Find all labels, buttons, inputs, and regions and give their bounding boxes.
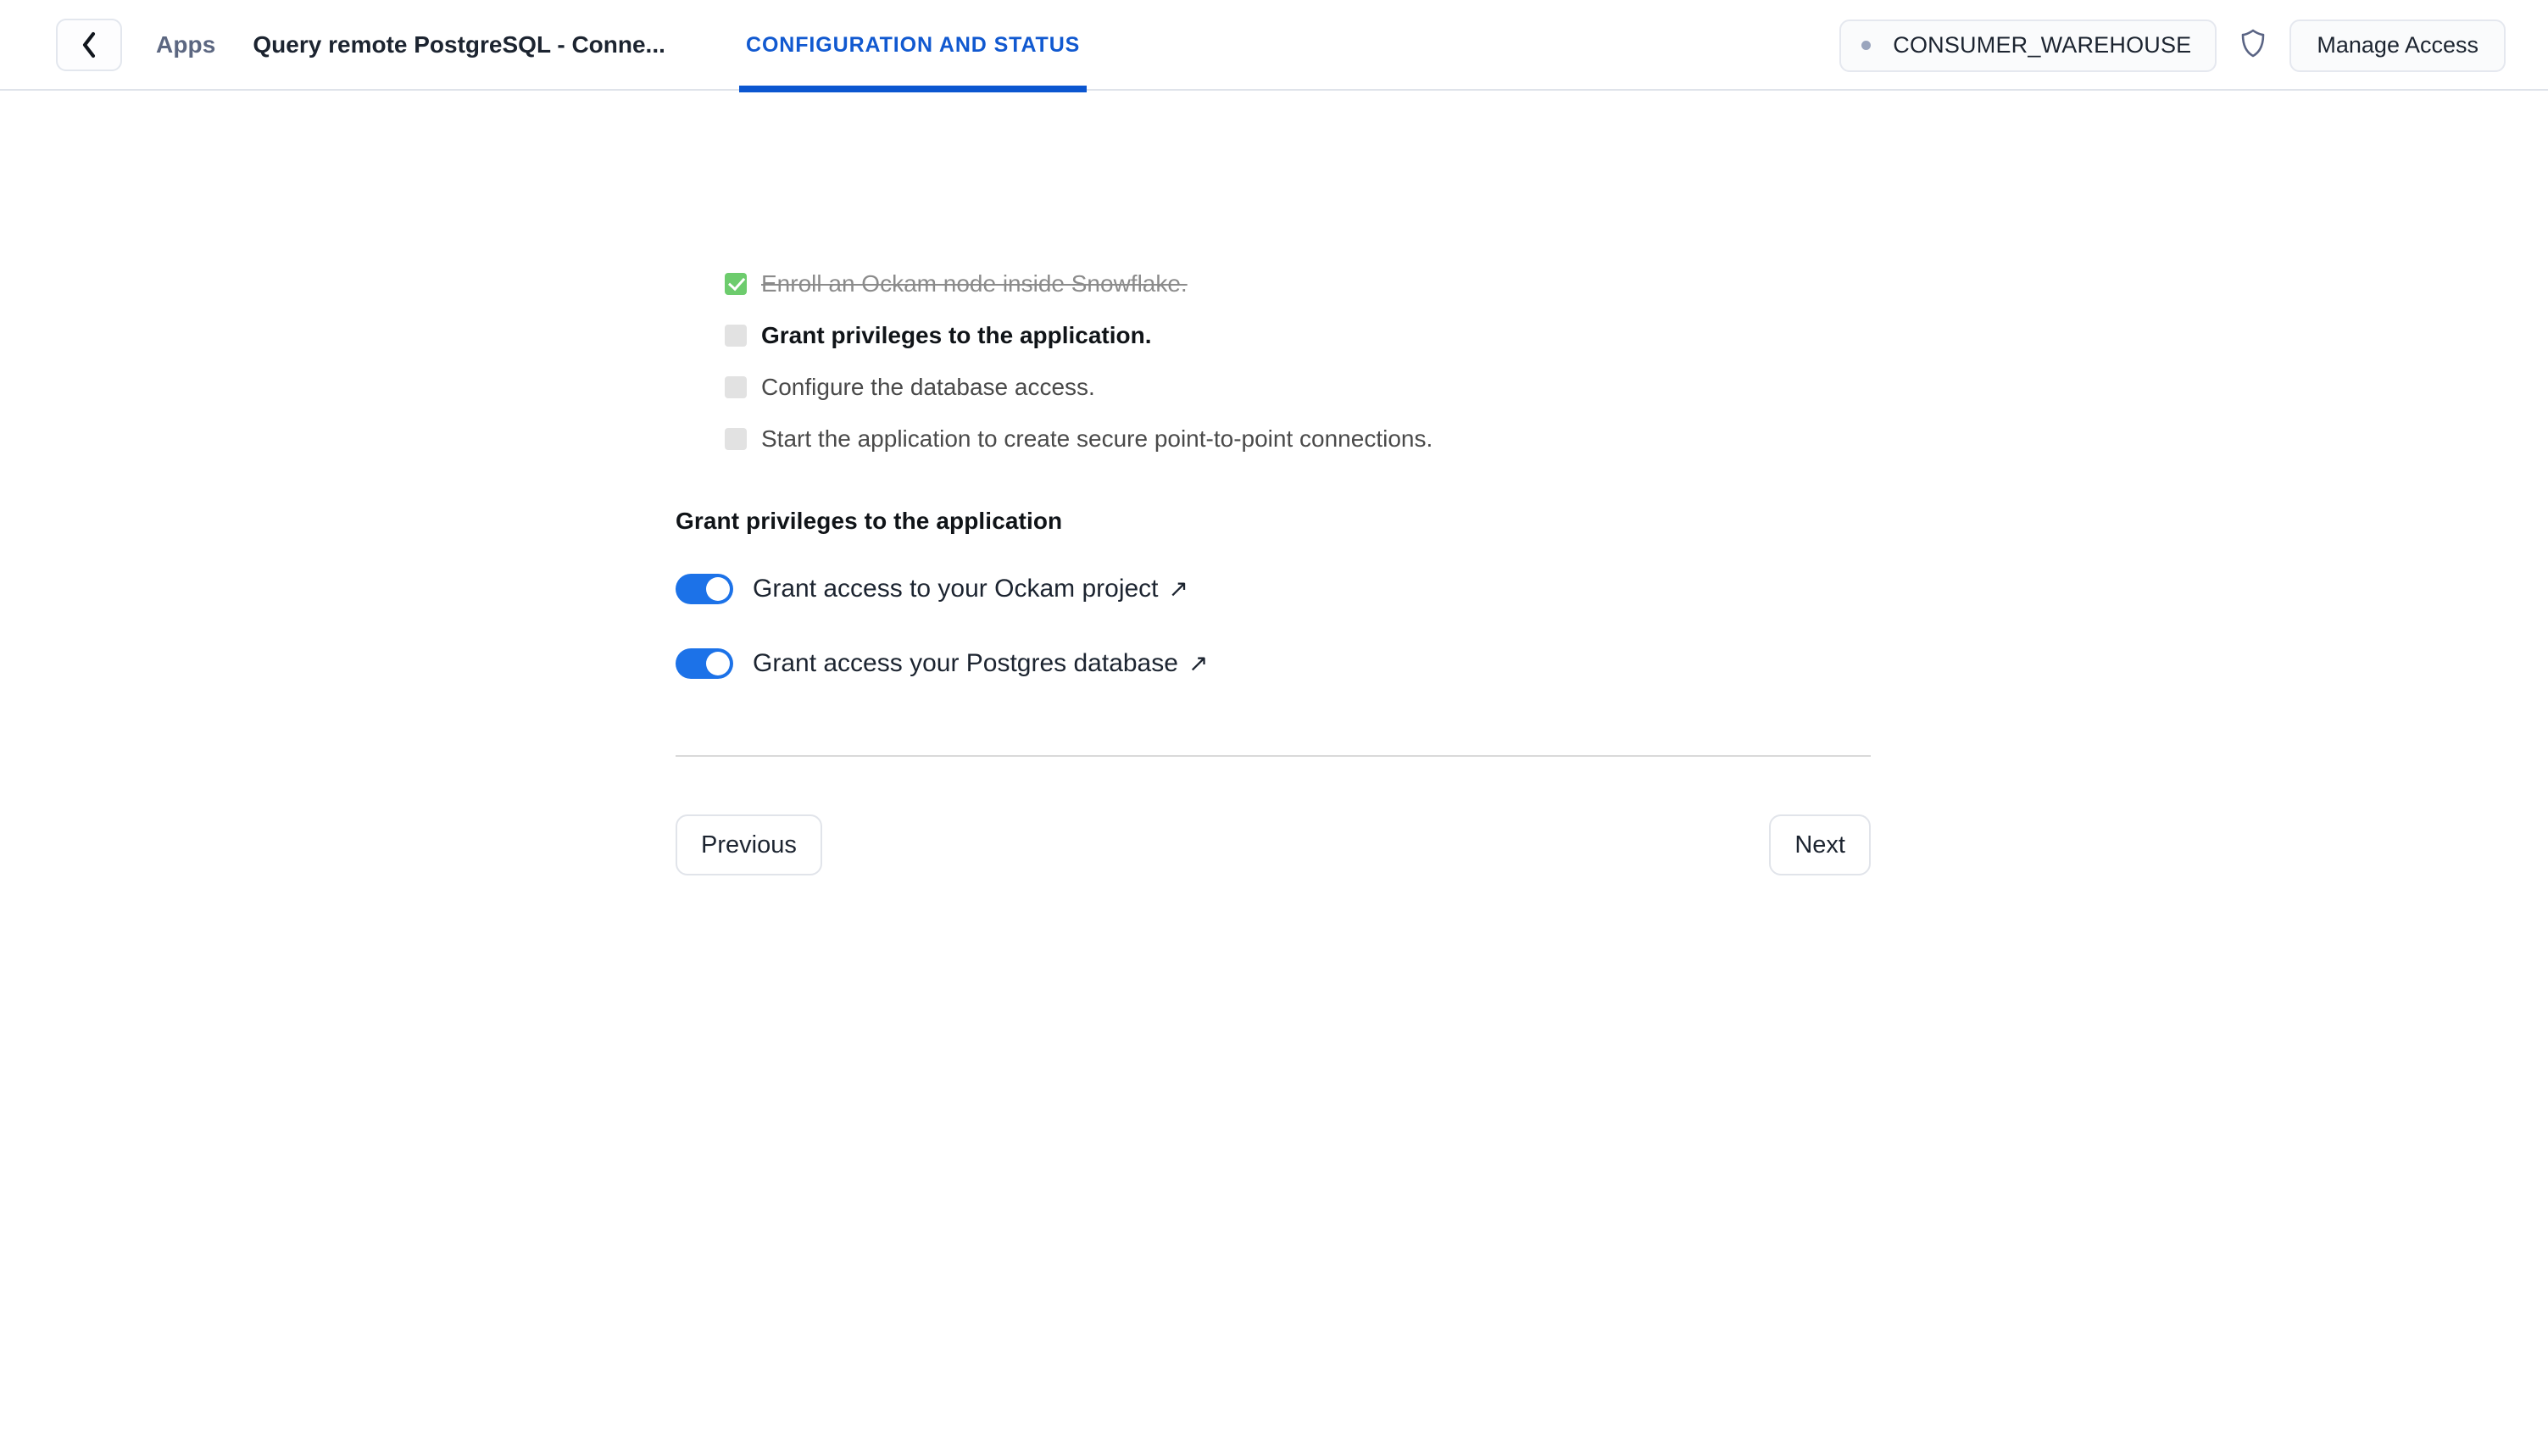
back-button[interactable] [56, 19, 122, 71]
toggle-label-ockam-project[interactable]: Grant access to your Ockam project ↗ [753, 575, 1188, 603]
checkbox-checked-icon [725, 273, 747, 295]
privilege-row-ockam-project: Grant access to your Ockam project ↗ [676, 574, 1871, 604]
toggle-grant-postgres-database[interactable] [676, 648, 733, 679]
header-right-group: CONSUMER_WAREHOUSE Manage Access [1839, 0, 2506, 91]
external-link-arrow-icon[interactable]: ↗ [1169, 575, 1188, 603]
checkbox-empty-icon [725, 325, 747, 347]
chevron-left-icon [81, 31, 97, 58]
privileges-toggle-list: Grant access to your Ockam project ↗ Gran… [676, 574, 1871, 679]
security-shield-button[interactable] [2227, 19, 2279, 72]
checklist-item: Start the application to create secure p… [676, 422, 1871, 456]
checklist-item: Configure the database access. [676, 370, 1871, 404]
checklist-item: Grant privileges to the application. [676, 319, 1871, 353]
checklist-item-label: Start the application to create secure p… [761, 422, 1433, 456]
content-column: Enroll an Ockam node inside Snowflake. G… [676, 91, 1871, 875]
warehouse-label: CONSUMER_WAREHOUSE [1893, 32, 2191, 58]
section-divider [676, 755, 1871, 757]
toggle-label-postgres-database[interactable]: Grant access your Postgres database ↗ [753, 649, 1208, 678]
toggle-label-text: Grant access to your Ockam project [753, 575, 1159, 603]
manage-access-button[interactable]: Manage Access [2289, 19, 2506, 72]
checklist-item-label: Configure the database access. [761, 370, 1095, 404]
checklist-item: Enroll an Ockam node inside Snowflake. [676, 267, 1871, 301]
external-link-arrow-icon[interactable]: ↗ [1188, 649, 1208, 677]
setup-checklist: Enroll an Ockam node inside Snowflake. G… [676, 91, 1871, 456]
privilege-row-postgres-database: Grant access your Postgres database ↗ [676, 648, 1871, 679]
checkbox-empty-icon [725, 428, 747, 450]
wizard-navigation: Previous Next [676, 814, 1871, 875]
previous-button[interactable]: Previous [676, 814, 822, 875]
checklist-item-label: Grant privileges to the application. [761, 319, 1152, 353]
breadcrumb-apps-link[interactable]: Apps [156, 31, 215, 58]
toggle-grant-ockam-project[interactable] [676, 574, 733, 604]
next-button[interactable]: Next [1769, 814, 1871, 875]
tab-configuration-and-status[interactable]: CONFIGURATION AND STATUS [739, 0, 1087, 91]
checklist-item-label: Enroll an Ockam node inside Snowflake. [761, 267, 1188, 301]
tab-bar: CONFIGURATION AND STATUS [739, 0, 1087, 91]
warehouse-status-dot [1861, 41, 1871, 50]
section-heading: Grant privileges to the application [676, 508, 1871, 535]
toggle-knob [706, 652, 730, 675]
toggle-knob [706, 577, 730, 601]
shield-icon [2240, 29, 2266, 62]
page-title: Query remote PostgreSQL - Conne... [253, 31, 665, 58]
warehouse-selector[interactable]: CONSUMER_WAREHOUSE [1839, 19, 2217, 72]
app-header: Apps Query remote PostgreSQL - Conne... … [0, 0, 2548, 91]
toggle-label-text: Grant access your Postgres database [753, 649, 1178, 677]
header-left-group: Apps Query remote PostgreSQL - Conne... [0, 0, 665, 89]
checkbox-empty-icon [725, 376, 747, 398]
